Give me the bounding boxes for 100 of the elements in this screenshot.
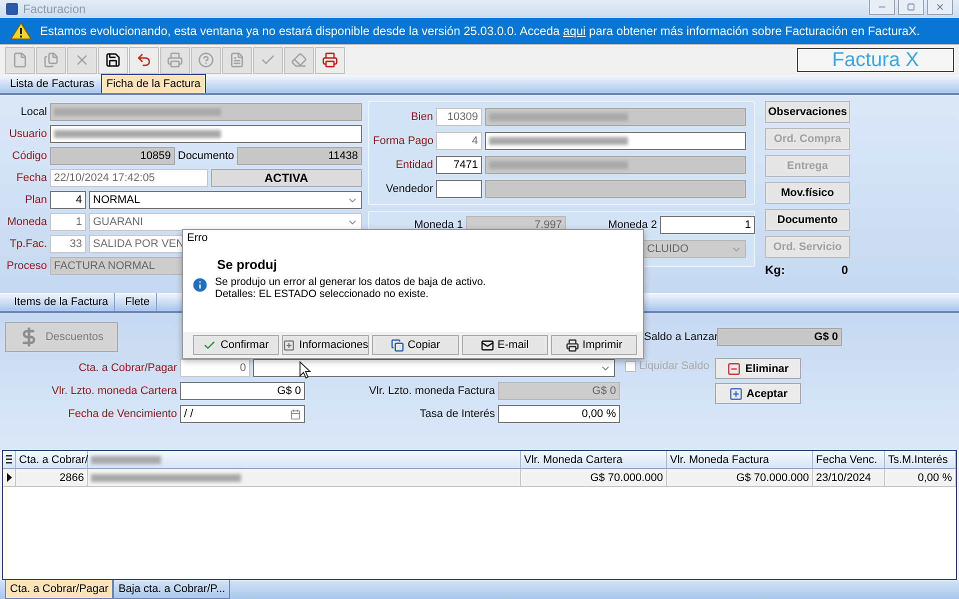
column-menu-icon	[3, 451, 16, 469]
column-header[interactable]: Fecha Venc.	[813, 451, 885, 469]
print-icon	[167, 52, 183, 68]
copy-document-icon	[43, 52, 59, 68]
error-message: Se produjo un error al generar los datos de baja de activo.	[215, 276, 486, 288]
banner-message: Estamos evolucionando, esta ventana ya no estará disponible desde la versión 25.03.0.0. Acceda aqui para obtener más información sobre Facturación en FacturaX.	[40, 24, 920, 38]
field-label: Proceso	[6, 260, 47, 272]
dialog-button[interactable]: E-mail	[462, 335, 548, 355]
dropdown[interactable]: CLUIDO	[643, 240, 746, 258]
table-cell: 23/10/2024	[813, 469, 885, 487]
tab[interactable]: Flete	[119, 293, 157, 311]
weight-value: 0	[841, 263, 848, 277]
dialog-heading: Se produj	[216, 257, 278, 272]
status-field: ACTIVA	[210, 169, 362, 187]
dialog-button[interactable]: Imprimir	[550, 335, 637, 355]
input-field[interactable]	[50, 125, 362, 143]
field-label: Código	[11, 150, 47, 162]
close-button[interactable]	[927, 0, 953, 15]
input-field[interactable]: G$ 0	[498, 382, 620, 400]
dialog-title: Erro	[186, 231, 209, 246]
input-field[interactable]	[50, 103, 362, 121]
field-label: Tasa de Interés	[418, 408, 495, 420]
toolbar-button[interactable]	[98, 46, 128, 74]
maximize-button[interactable]	[898, 0, 924, 15]
side-button[interactable]: Documento	[765, 209, 850, 231]
field-label: Forma Pago	[373, 135, 433, 147]
maximize-icon	[907, 3, 915, 11]
field-label: Documento	[178, 150, 234, 162]
field-label: Usuario	[8, 128, 47, 140]
date-field[interactable]: / /	[180, 405, 305, 423]
check-icon	[203, 338, 216, 352]
input-field[interactable]: 0,00 %	[498, 405, 620, 423]
info-link[interactable]: aqui	[563, 24, 586, 38]
table-cell: G$ 70.000.000	[521, 469, 667, 487]
field-label: Fecha	[15, 172, 47, 184]
copy-icon	[390, 338, 404, 352]
help-icon	[198, 52, 214, 68]
column-header[interactable]: Vlr. Moneda Factura	[667, 451, 813, 469]
field-label: Tp.Fac.	[8, 238, 47, 250]
document-icon	[229, 52, 245, 68]
input-field[interactable]: 0	[180, 359, 250, 377]
undo-icon	[136, 52, 152, 68]
column-header[interactable]	[88, 451, 521, 469]
input-field[interactable]	[436, 180, 482, 198]
table-cell: 2866	[16, 469, 88, 487]
field-label: Vlr. Lzto. moneda Cartera	[50, 385, 177, 397]
field-label: Bien	[410, 111, 433, 123]
side-button[interactable]: Observaciones	[765, 101, 850, 123]
dropdown[interactable]	[253, 359, 615, 377]
tab[interactable]: Lista de Facturas	[5, 74, 100, 93]
field-label: Moneda 2	[607, 219, 657, 231]
action-button[interactable]: Eliminar	[715, 358, 801, 379]
input-field[interactable]	[485, 156, 746, 174]
field-label: Plan	[24, 194, 47, 206]
minimize-button[interactable]	[869, 0, 895, 15]
plus-icon	[283, 338, 296, 352]
input-field[interactable]	[485, 180, 746, 198]
action-button[interactable]: Aceptar	[715, 383, 801, 404]
new-document-icon	[12, 52, 28, 68]
eraser-icon	[291, 52, 307, 68]
input-field[interactable]	[485, 132, 746, 150]
field-label: Vlr. Lzto. moneda Factura	[368, 385, 495, 397]
input-field[interactable]: 10859	[50, 147, 175, 165]
mouse-cursor-icon	[299, 361, 311, 379]
logo: Factura X	[797, 48, 954, 72]
minus-icon	[727, 362, 742, 376]
save-icon	[105, 52, 121, 68]
field-label: Cta. a Cobrar/Pagar	[78, 362, 177, 374]
input-field[interactable]: 7471	[436, 156, 482, 174]
input-field[interactable]: G$ 0	[180, 382, 305, 400]
column-header[interactable]: Vlr. Moneda Cartera	[521, 451, 667, 469]
tab[interactable]: Cta. a Cobrar/Pagar	[5, 580, 114, 599]
input-field[interactable]: 11438	[237, 147, 362, 165]
field-label: Local	[20, 106, 47, 118]
field-label: Moneda 1	[413, 219, 463, 231]
mail-icon	[480, 338, 494, 352]
side-button[interactable]: Mov.físico	[765, 182, 850, 204]
tab[interactable]: Baja cta. a Cobrar/P...	[113, 580, 230, 599]
info-icon	[191, 276, 209, 294]
field-label: Moneda	[6, 216, 47, 228]
calendar-icon	[290, 408, 301, 420]
dropdown[interactable]: NORMAL	[89, 191, 362, 209]
column-header[interactable]: Ts.M.Interés	[885, 451, 956, 469]
table-cell: G$ 70.000.000	[667, 469, 813, 487]
input-field[interactable]	[485, 108, 746, 126]
tab[interactable]: Ficha de la Factura	[101, 74, 206, 93]
tab[interactable]: Items de la Factura	[8, 293, 116, 311]
warning-icon	[10, 22, 32, 40]
print-icon	[566, 338, 579, 352]
input-field[interactable]: 4	[50, 191, 86, 209]
input-field[interactable]: 1	[660, 216, 755, 234]
field-label: Vendedor	[384, 183, 433, 195]
dialog-button[interactable]: Confirmar	[193, 335, 280, 355]
dialog-button[interactable]: Informaciones	[282, 335, 370, 355]
input-field[interactable]: G$ 0	[717, 328, 842, 346]
column-header[interactable]: Cta. a Cobrar/	[16, 451, 88, 469]
window-title: Facturacion	[23, 2, 86, 16]
table-cell: 0,00 %	[885, 469, 956, 487]
app-icon	[6, 3, 18, 15]
dialog-button[interactable]: Copiar	[372, 335, 458, 355]
